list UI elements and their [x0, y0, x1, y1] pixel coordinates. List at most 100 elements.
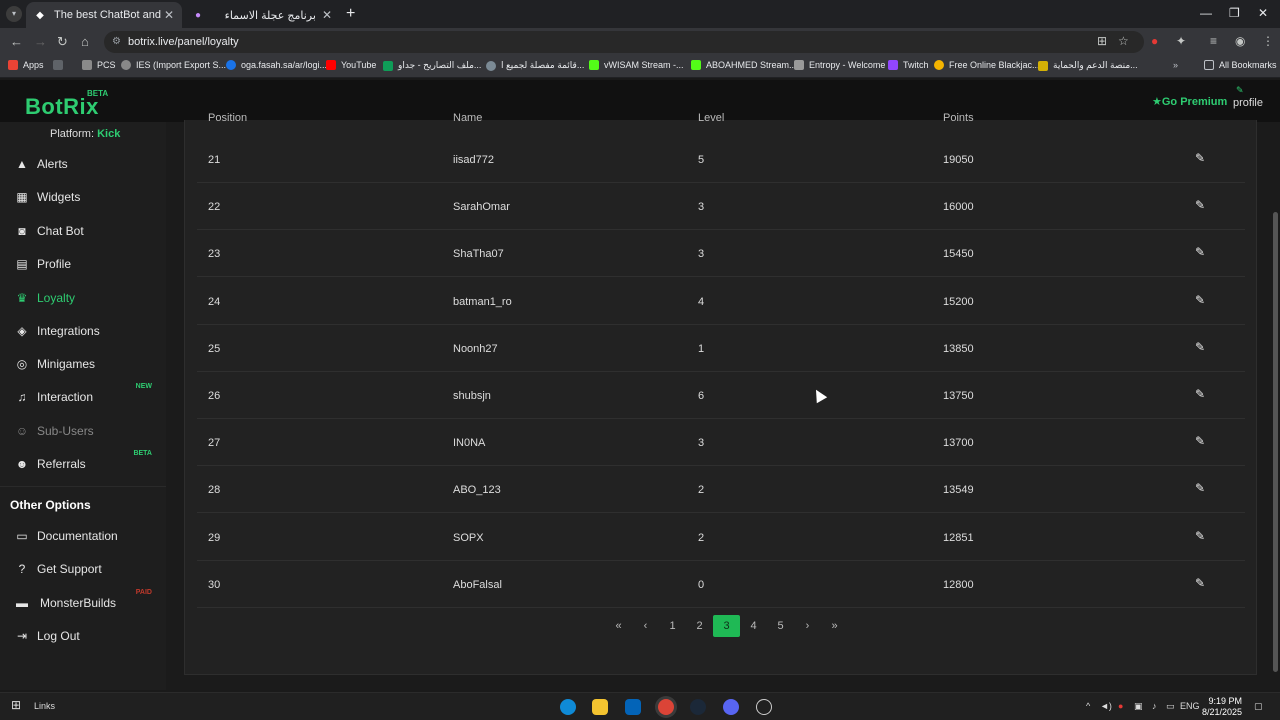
bookmark-twitch[interactable]: Twitch: [888, 60, 929, 70]
extensions-icon[interactable]: ✦: [1176, 34, 1186, 48]
bookmark-support[interactable]: منصة الدعم والحماية...: [1038, 60, 1138, 71]
all-bookmarks[interactable]: All Bookmarks: [1204, 60, 1277, 70]
edit-pencil-icon[interactable]: ✎: [1195, 198, 1207, 212]
steam-icon[interactable]: [690, 699, 706, 715]
site-info-icon[interactable]: ⚙: [112, 31, 121, 53]
edit-pencil-icon[interactable]: ✎: [1195, 434, 1207, 448]
microphone-icon[interactable]: ♪: [1152, 701, 1157, 711]
tab-botrix[interactable]: ◆ The best ChatBot and Widgets ✕: [26, 2, 182, 28]
sidebar-item-alerts[interactable]: ▲ Alerts: [14, 154, 160, 174]
scrollbar-thumb[interactable]: [1273, 212, 1278, 672]
sidebar-item-log-out[interactable]: ⇥ Log Out: [14, 626, 160, 646]
volume-icon[interactable]: ◄): [1100, 701, 1112, 711]
bookmark-wisam[interactable]: vWISAM Stream -...: [589, 60, 684, 70]
outlook-icon[interactable]: [625, 699, 641, 715]
bookmark-apps[interactable]: Apps: [8, 60, 44, 70]
close-tab-icon[interactable]: ✕: [164, 8, 174, 22]
system-clock[interactable]: 9:19 PM 8/21/2025: [1200, 696, 1242, 718]
sidebar-item-profile[interactable]: ▤ Profile: [14, 254, 160, 274]
previous-page-button[interactable]: ‹: [632, 615, 659, 637]
page-button[interactable]: 5: [767, 615, 794, 637]
sidebar-item-interaction[interactable]: ♫ Interaction NEW: [14, 383, 160, 407]
tab-search-icon[interactable]: ▾: [6, 6, 22, 22]
edit-pencil-icon[interactable]: ✎: [1195, 481, 1207, 495]
profile-label: profile: [1233, 97, 1263, 109]
edit-pencil-icon[interactable]: ✎: [1195, 245, 1207, 259]
more-bookmarks-icon[interactable]: »: [1173, 60, 1178, 70]
page-scrollbar[interactable]: [1272, 122, 1280, 690]
chrome-icon[interactable]: [658, 699, 674, 715]
new-tab-icon[interactable]: +: [346, 5, 355, 23]
translate-icon[interactable]: ⊞: [1097, 34, 1107, 48]
edit-pencil-icon[interactable]: ✎: [1195, 529, 1207, 543]
sidebar-item-documentation[interactable]: ▭ Documentation: [14, 526, 160, 546]
sidebar-item-loyalty[interactable]: ♛ Loyalty: [14, 288, 160, 308]
next-page-button[interactable]: ›: [794, 615, 821, 637]
sidebar-item-monsterbuilds[interactable]: ▬ MonsterBuilds PAID: [14, 589, 160, 613]
tray-chevron-icon[interactable]: ^: [1086, 701, 1090, 711]
menu-icon[interactable]: ⋮: [1262, 34, 1274, 48]
edit-pencil-icon[interactable]: ✎: [1195, 576, 1207, 590]
back-icon[interactable]: ←: [10, 34, 23, 49]
reload-icon[interactable]: ↻: [57, 34, 68, 50]
last-page-button[interactable]: »: [821, 615, 848, 637]
bookmark-aboahmed[interactable]: ABOAHMED Stream...: [691, 60, 797, 70]
restore-icon[interactable]: ❐: [1229, 6, 1240, 20]
file-explorer-icon[interactable]: [592, 699, 608, 715]
address-bar[interactable]: ⚙ botrix.live/panel/loyalty: [104, 31, 1144, 53]
close-window-icon[interactable]: ✕: [1258, 6, 1268, 20]
sidebar-item-sub-users[interactable]: ☺ Sub-Users: [14, 421, 160, 441]
bookmark-sheets[interactable]: ملف التصاريح - جداو...: [383, 60, 481, 71]
cell-name: AboFalsal: [453, 578, 502, 591]
sidebar-item-get-support[interactable]: ? Get Support: [14, 559, 160, 579]
forward-icon[interactable]: →: [34, 34, 47, 49]
app-icon[interactable]: [756, 699, 772, 715]
close-tab-icon[interactable]: ✕: [322, 8, 332, 22]
discord-icon[interactable]: [723, 699, 739, 715]
minimize-icon[interactable]: —: [1200, 6, 1212, 20]
edit-pencil-icon[interactable]: ✎: [1195, 387, 1207, 401]
sidebar-item-referrals[interactable]: ☻ Referrals BETA: [14, 450, 160, 474]
taskbar-links-label[interactable]: Links: [34, 701, 55, 711]
home-icon[interactable]: ⌂: [81, 34, 89, 49]
sidebar-item-minigames[interactable]: ◎ Minigames: [14, 354, 160, 374]
bookmark-star-icon[interactable]: ☆: [1118, 34, 1129, 48]
cell-position: 21: [208, 154, 221, 166]
media-icon[interactable]: ≡: [1210, 34, 1217, 48]
tray-app-icon[interactable]: ●: [1118, 701, 1123, 711]
bookmark-pcs[interactable]: PCS: [82, 60, 116, 70]
sidebar-item-chat-bot[interactable]: ◙ Chat Bot: [14, 221, 160, 241]
bookmark-grid[interactable]: [53, 60, 68, 70]
edit-pencil-icon[interactable]: ✎: [1195, 293, 1207, 307]
edit-pencil-icon[interactable]: ✎: [1195, 151, 1207, 165]
edge-icon[interactable]: [560, 699, 576, 715]
profile-link[interactable]: ✎ profile: [1233, 85, 1263, 109]
page-button[interactable]: 2: [686, 615, 713, 637]
windows-start-icon[interactable]: ⊞: [11, 698, 21, 712]
cell-points: 13750: [943, 390, 974, 402]
sidebar-item-integrations[interactable]: ◈ Integrations: [14, 321, 160, 341]
sidebar-item-widgets[interactable]: ▦ Widgets: [14, 187, 160, 207]
page-button[interactable]: 4: [740, 615, 767, 637]
bookmark-blackjack[interactable]: Free Online Blackjac...: [934, 60, 1040, 70]
notifications-icon[interactable]: ▢: [1254, 701, 1263, 712]
cell-points: 15450: [943, 248, 974, 261]
bookmark-list[interactable]: قائمة مفصلة لجميع ا...: [486, 60, 584, 71]
bookmark-ies[interactable]: IES (Import Export S...: [121, 60, 226, 70]
account-icon[interactable]: ◉: [1235, 34, 1245, 48]
tray-device-icon[interactable]: ▣: [1134, 701, 1143, 712]
page-button[interactable]: 1: [659, 615, 686, 637]
bookmark-fasah[interactable]: oga.fasah.sa/ar/logi...: [226, 60, 327, 70]
bookmarks-bar: Apps PCS IES (Import Export S... oga.fas…: [0, 56, 1280, 78]
bookmark-youtube[interactable]: YouTube: [326, 60, 376, 70]
go-premium-link[interactable]: ★Go Premium: [1152, 95, 1227, 108]
edit-pencil-icon[interactable]: ✎: [1195, 340, 1207, 354]
clock-time: 9:19 PM: [1208, 696, 1242, 706]
language-indicator[interactable]: ENG: [1180, 701, 1200, 711]
current-page-button[interactable]: 3: [713, 615, 740, 637]
network-icon[interactable]: ▭: [1166, 701, 1175, 712]
adblock-icon[interactable]: ●: [1151, 34, 1158, 48]
bookmark-entropy[interactable]: Entropy - Welcome: [794, 60, 885, 70]
first-page-button[interactable]: «: [605, 615, 632, 637]
tab-wheel[interactable]: ● برنامج عجلة الاسماء ✕: [184, 2, 340, 28]
